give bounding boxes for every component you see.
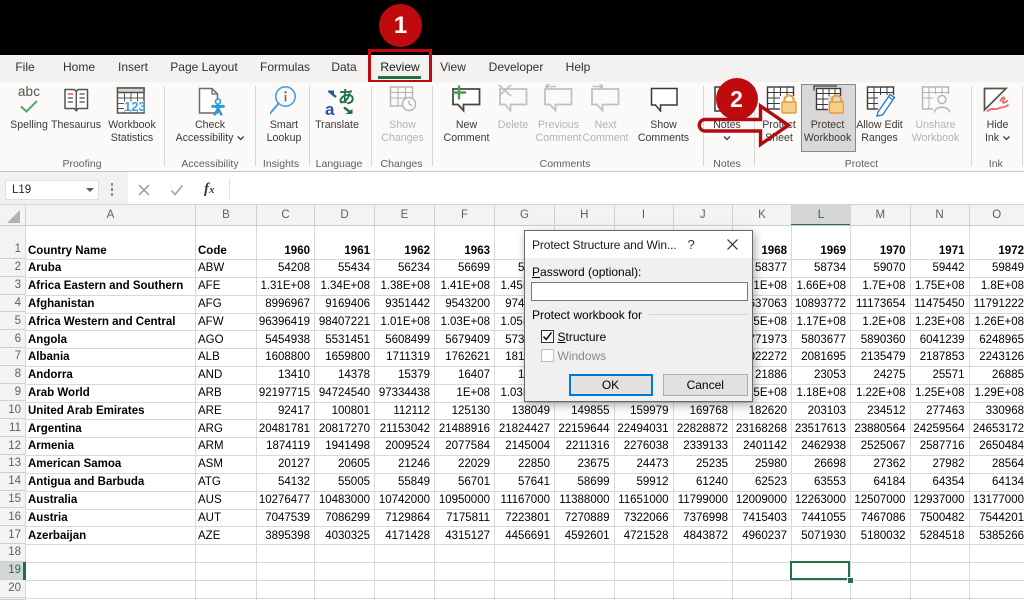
svg-text:123: 123 (124, 99, 146, 114)
svg-text:あ: あ (338, 88, 355, 107)
svg-text:a: a (325, 100, 335, 116)
